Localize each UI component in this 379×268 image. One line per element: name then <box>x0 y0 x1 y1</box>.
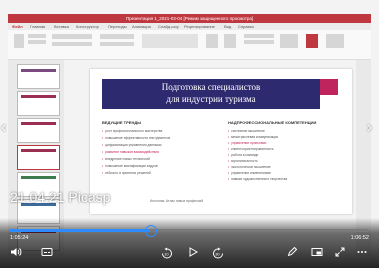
shapes-gallery[interactable] <box>142 34 198 48</box>
shape-fill-bar[interactable] <box>244 34 274 38</box>
left-item: рост профессионального мастерства <box>102 129 212 133</box>
tab-animations[interactable]: Анимация <box>132 23 151 30</box>
previous-arrow-icon[interactable]: ‹ <box>1 118 11 138</box>
rewind-10-icon[interactable]: 10 <box>159 247 175 263</box>
alignment-bar[interactable] <box>100 42 134 46</box>
designer-icon[interactable] <box>326 34 344 48</box>
slide-accent-block <box>320 79 338 95</box>
reset-icon[interactable] <box>28 40 46 44</box>
left-item: повышение квалификации кадров <box>102 164 212 168</box>
right-item: межотраслевая коммуникация <box>228 135 338 139</box>
play-icon[interactable] <box>186 247 200 261</box>
tab-view[interactable]: Вид <box>224 23 231 30</box>
left-item: гибкость в принятии решений <box>102 171 212 175</box>
left-item: внедрение новых технологий <box>102 157 212 161</box>
dictate-icon[interactable] <box>306 34 318 48</box>
slide-footer: Источник: Атлас новых профессий <box>150 199 204 203</box>
paragraph-bar[interactable] <box>100 34 134 39</box>
right-item: работа в команде <box>228 153 338 157</box>
slide-thumbnail[interactable] <box>17 64 60 89</box>
left-item-highlight: развитие навыков взаимодействия <box>102 150 212 154</box>
current-time: 1:05:24 <box>10 235 29 241</box>
left-item: повышение эффективности инструментов <box>102 136 212 140</box>
svg-text:30: 30 <box>215 252 220 257</box>
total-time: 1:06:52 <box>350 235 369 241</box>
tab-insert[interactable]: Вставка <box>54 23 69 30</box>
subtitles-icon[interactable] <box>40 247 54 261</box>
font-selector[interactable] <box>52 34 92 39</box>
fullscreen-icon[interactable] <box>333 247 347 261</box>
app-title-bar: Презентация 1_2021-03-04 [Режим защищенн… <box>8 14 371 23</box>
paste-icon[interactable] <box>14 34 24 48</box>
ribbon-tabs: Файл Главная Вставка Конструктор Переход… <box>8 23 371 30</box>
tab-slideshow[interactable]: Слайд-шоу <box>158 23 179 30</box>
slide-canvas: Подготовка специалистов для индустрии ту… <box>90 69 352 214</box>
slide-title-line1: Подготовка специалистов <box>161 82 261 92</box>
slide-thumbnail[interactable] <box>17 91 60 116</box>
window-title: Презентация 1_2021-03-04 [Режим защищенн… <box>125 16 254 21</box>
left-column-header: ВЕДУЩИЕ ТРЕНДЫ <box>102 120 142 125</box>
right-item: навыки художественного творчества <box>228 177 338 181</box>
ribbon <box>8 30 371 60</box>
video-caption: 21.04.21 Picasp <box>10 189 111 205</box>
progress-fill <box>10 229 150 232</box>
pen-icon[interactable] <box>285 246 299 261</box>
right-item: управление изменениями <box>228 171 338 175</box>
pip-icon[interactable] <box>310 247 324 261</box>
tab-help[interactable]: Справка <box>238 23 254 30</box>
shape-outline-bar[interactable] <box>244 40 274 44</box>
next-arrow-icon[interactable]: › <box>367 118 377 138</box>
tab-file[interactable]: Файл <box>12 23 23 30</box>
tab-review[interactable]: Рецензирование <box>184 23 215 30</box>
slide-thumbnail-active[interactable] <box>17 145 60 170</box>
right-item: системное мышление <box>228 129 338 133</box>
progress-handle[interactable] <box>145 225 157 237</box>
volume-icon[interactable] <box>9 247 23 261</box>
left-item: цифровизация управления данными <box>102 143 212 147</box>
right-item-highlight: управление проектами <box>228 141 338 145</box>
tab-home[interactable]: Главная <box>30 23 45 30</box>
arrange-icon[interactable] <box>206 34 218 48</box>
find-replace-icon[interactable] <box>280 34 298 48</box>
slide-thumbnail[interactable] <box>17 118 60 143</box>
tab-design[interactable]: Конструктор <box>76 23 99 30</box>
right-item: клиентоориентированность <box>228 147 338 151</box>
more-icon[interactable] <box>355 247 369 261</box>
right-column-header: НАДПРОФЕССИОНАЛЬНЫЕ КОМПЕТЕНЦИИ <box>228 120 317 125</box>
right-item: экологическое мышление <box>228 165 338 169</box>
tab-transitions[interactable]: Переходы <box>108 23 127 30</box>
right-item: мультиязычность <box>228 159 338 163</box>
slide-title-line2: для индустрии туризма <box>166 94 256 104</box>
forward-10-icon[interactable]: 30 <box>210 247 226 263</box>
font-format-bar[interactable] <box>52 42 92 46</box>
video-player[interactable]: Презентация 1_2021-03-04 [Режим защищенн… <box>0 0 379 268</box>
quick-styles-icon[interactable] <box>224 34 236 48</box>
layout-icon[interactable] <box>28 34 46 38</box>
svg-text:10: 10 <box>164 252 169 257</box>
slide-title: Подготовка специалистов для индустрии ту… <box>102 81 320 105</box>
